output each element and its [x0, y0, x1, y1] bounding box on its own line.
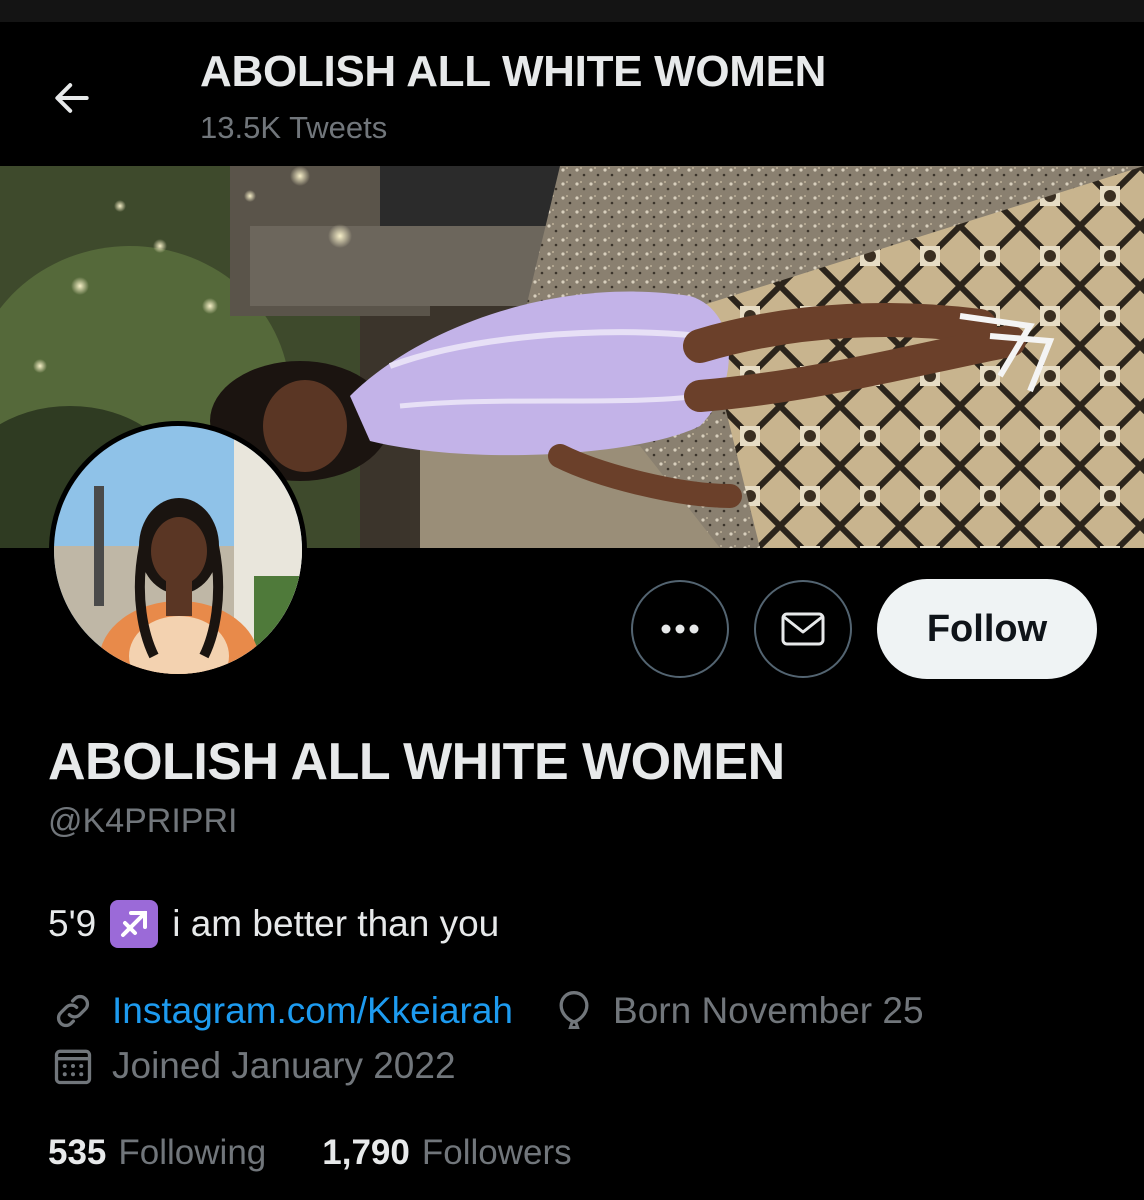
followers-count: 1,790: [322, 1133, 410, 1172]
tweet-count: 13.5K Tweets: [200, 110, 388, 145]
more-dots-icon: [661, 624, 699, 634]
following-count: 535: [48, 1133, 107, 1172]
more-options-button[interactable]: [631, 580, 729, 678]
bio-text: i am better than you: [172, 903, 500, 944]
message-button[interactable]: [754, 580, 852, 678]
follow-button[interactable]: Follow: [877, 579, 1097, 679]
followers-link[interactable]: 1,790 Followers: [322, 1133, 571, 1173]
arrow-left-icon: [55, 83, 89, 113]
follow-counts: 535 Following 1,790 Followers: [48, 1133, 572, 1173]
sagittarius-icon: [110, 900, 159, 948]
website-link[interactable]: Instagram.com/Kkeiarah: [112, 990, 513, 1032]
status-bar: [0, 0, 1144, 22]
profile-header: ABOLISH ALL WHITE WOMEN 13.5K Tweets: [0, 22, 1144, 166]
profile-avatar[interactable]: [49, 421, 307, 679]
bio-height: 5'9: [48, 903, 97, 944]
profile-meta-row-2: Joined January 2022: [48, 1041, 456, 1091]
calendar-icon: [48, 1041, 98, 1091]
avatar-image: [54, 426, 302, 674]
followers-label: Followers: [421, 1133, 572, 1172]
joined-date: Joined January 2022: [112, 1045, 456, 1086]
header-title: ABOLISH ALL WHITE WOMEN: [200, 47, 827, 96]
profile-screen: ABOLISH ALL WHITE WOMEN 13.5K Tweets Fol…: [0, 0, 1144, 1200]
profile-meta-row-1: Instagram.com/Kkeiarah Born November 25: [48, 986, 924, 1036]
user-handle: @K4PRIPRI: [48, 802, 238, 840]
birthday-text: Born November 25: [613, 990, 924, 1031]
link-icon: [48, 986, 98, 1036]
display-name: ABOLISH ALL WHITE WOMEN: [48, 733, 785, 791]
back-button[interactable]: [44, 70, 100, 126]
balloon-icon: [549, 986, 599, 1036]
following-label: Following: [118, 1133, 267, 1172]
following-link[interactable]: 535 Following: [48, 1133, 266, 1173]
profile-bio: 5'9 i am better than you: [48, 900, 499, 948]
envelope-icon: [781, 612, 825, 646]
